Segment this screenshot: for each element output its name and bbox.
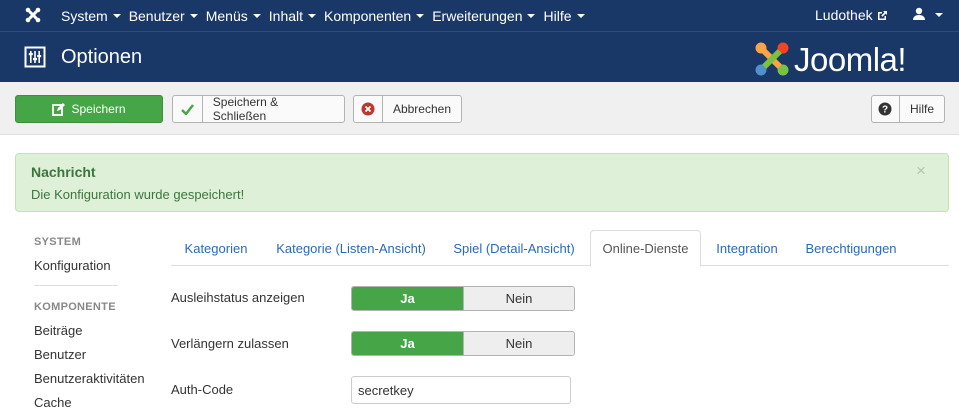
user-menu[interactable] [912, 7, 943, 21]
menu-komponenten[interactable]: Komponenten [324, 7, 425, 24]
verlaengern-yes[interactable]: Ja [352, 332, 463, 355]
authcode-input[interactable] [351, 376, 571, 404]
caret-down-icon [308, 14, 317, 18]
menu-label: Benutzer [128, 7, 185, 24]
joomla-logo-icon [755, 42, 789, 76]
save-close-button[interactable]: Speichern & Schließen [172, 95, 345, 123]
verlaengern-toggle: Ja Nein [351, 331, 575, 356]
question-circle-icon: ? [872, 96, 900, 122]
help-button[interactable]: ? Hilfe [871, 95, 945, 123]
sidebar-item-beitraege[interactable]: Beiträge [34, 323, 154, 338]
success-alert: Nachricht Die Konfiguration wurde gespei… [15, 153, 949, 212]
alert-message: Die Konfiguration wurde gespeichert! [31, 187, 245, 202]
caret-down-icon [252, 14, 261, 18]
caret-down-icon [189, 14, 198, 18]
caret-down-icon [112, 14, 121, 18]
caret-down-icon [935, 12, 943, 17]
brand-text: Joomla! [794, 40, 907, 78]
save-close-label: Speichern & Schließen [212, 95, 279, 123]
verlaengern-no[interactable]: Nein [463, 332, 574, 355]
tab-kategorien[interactable]: Kategorien [171, 230, 261, 266]
cancel-circle-icon [354, 96, 383, 122]
menu-inhalt[interactable]: Inhalt [268, 7, 317, 24]
caret-down-icon [527, 14, 536, 18]
sidebar-divider [34, 285, 118, 286]
main-menu: System Benutzer Menüs Inhalt Komponenten… [61, 0, 593, 31]
ausleihstatus-toggle: Ja Nein [351, 286, 575, 311]
help-label: Hilfe [909, 102, 934, 116]
tab-kategorie-listen[interactable]: Kategorie (Listen-Ansicht) [263, 230, 439, 266]
close-icon[interactable]: × [916, 161, 926, 181]
tab-berechtigungen[interactable]: Berechtigungen [793, 230, 909, 266]
svg-text:?: ? [882, 105, 888, 116]
joomla-logo-icon[interactable] [24, 6, 42, 24]
menu-label: Komponenten [324, 7, 412, 24]
menu-label: Hilfe [543, 7, 572, 24]
ausleihstatus-yes[interactable]: Ja [352, 287, 463, 310]
menu-hilfe[interactable]: Hilfe [543, 7, 585, 24]
authcode-label: Auth-Code [171, 382, 234, 397]
menu-label: Erweiterungen [432, 7, 523, 24]
sidebar-item-benutzeraktivitaeten[interactable]: Benutzeraktivitäten [34, 371, 154, 386]
caret-down-icon [576, 14, 585, 18]
caret-down-icon [416, 14, 425, 18]
tab-online-dienste[interactable]: Online-Dienste [590, 230, 701, 267]
site-link[interactable]: Ludothek [815, 7, 888, 23]
cancel-label: Abbrechen [392, 102, 451, 116]
ausleihstatus-label: Ausleihstatus anzeigen [171, 290, 305, 305]
page-header: Optionen Joomla! [0, 31, 959, 82]
tab-bar: Kategorien Kategorie (Listen-Ansicht) Sp… [171, 230, 949, 267]
sidebar-item-konfiguration[interactable]: Konfiguration [34, 258, 154, 273]
menu-label: Inhalt [268, 7, 304, 24]
external-link-icon [877, 10, 887, 20]
ausleihstatus-no[interactable]: Nein [463, 287, 574, 310]
site-name: Ludothek [815, 7, 873, 23]
menu-erweiterungen[interactable]: Erweiterungen [432, 7, 536, 24]
check-icon [173, 96, 203, 122]
save-button[interactable]: Speichern [15, 95, 163, 123]
tab-spiel-detail[interactable]: Spiel (Detail-Ansicht) [441, 230, 587, 266]
sidebar-heading-system: SYSTEM [34, 236, 82, 248]
joomla-brand: Joomla! [753, 40, 907, 78]
edit-icon [52, 102, 66, 116]
sidebar-item-cache[interactable]: Cache [34, 395, 154, 410]
menu-label: Menüs [205, 7, 248, 24]
tab-integration[interactable]: Integration [705, 230, 789, 266]
verlaengern-label: Verlängern zulassen [171, 336, 289, 351]
menu-system[interactable]: System [61, 8, 121, 24]
menu-menus[interactable]: Menüs [206, 8, 261, 24]
menu-benutzer[interactable]: Benutzer [129, 8, 198, 24]
sidebar-heading-komponente: KOMPONENTE [34, 301, 116, 313]
user-icon [913, 7, 925, 20]
top-nav: System Benutzer Menüs Inhalt Komponenten… [0, 0, 959, 31]
save-label: Speichern [71, 102, 126, 116]
sidebar: SYSTEM Konfiguration KOMPONENTE Beiträge… [34, 236, 154, 410]
options-icon [24, 46, 46, 71]
toolbar: Speichern Speichern & Schließen Abbreche… [0, 82, 959, 135]
page-title: Optionen [61, 46, 143, 68]
cancel-button[interactable]: Abbrechen [353, 95, 462, 123]
menu-label: System [61, 7, 108, 24]
alert-heading: Nachricht [31, 164, 96, 180]
sidebar-item-benutzer[interactable]: Benutzer [34, 347, 154, 362]
